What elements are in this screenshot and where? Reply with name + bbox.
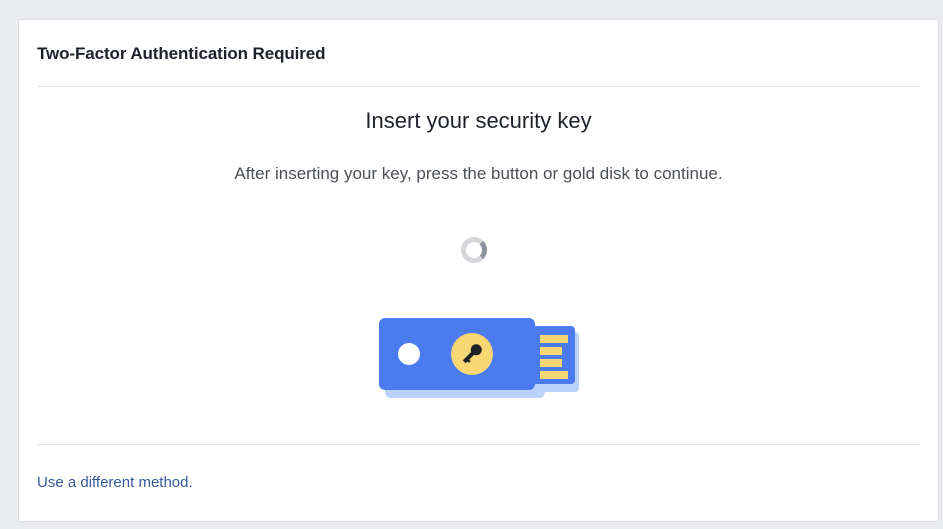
header-divider bbox=[37, 86, 920, 87]
use-different-method-link[interactable]: Use a different method. bbox=[37, 474, 193, 491]
instruction-heading: Insert your security key bbox=[365, 108, 592, 133]
usb-security-key-icon bbox=[379, 318, 579, 398]
two-factor-dialog: Two-Factor Authentication Required Inser… bbox=[18, 19, 939, 522]
instruction-description: After inserting your key, press the butt… bbox=[234, 164, 723, 183]
loading-spinner-icon bbox=[461, 237, 487, 263]
footer-divider bbox=[37, 444, 920, 445]
dialog-title: Two-Factor Authentication Required bbox=[37, 44, 326, 63]
